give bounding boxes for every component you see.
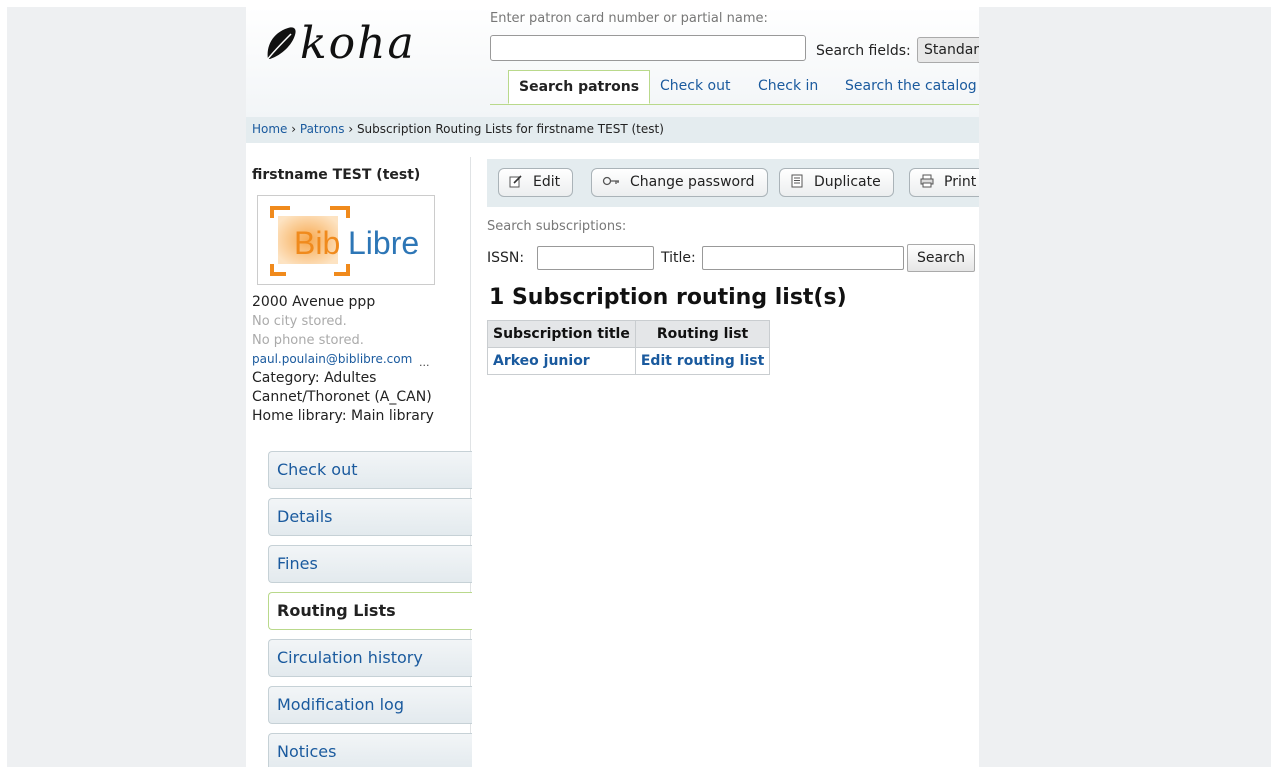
- breadcrumb-current: Subscription Routing Lists for firstname…: [356, 122, 664, 136]
- tab-check-out[interactable]: Check out: [660, 78, 730, 94]
- patron-home-library: Home library: Main library: [252, 408, 434, 424]
- koha-page: koha Enter patron card number or partial…: [246, 7, 979, 767]
- menu-details[interactable]: Details: [268, 498, 472, 536]
- more-ellipsis[interactable]: ...: [419, 356, 430, 369]
- menu-notices[interactable]: Notices: [268, 733, 472, 767]
- koha-logo-text: koha: [300, 17, 416, 69]
- patron-category: Category: Adultes: [252, 370, 377, 386]
- patron-search-label: Enter patron card number or partial name…: [490, 11, 768, 26]
- page-title: 1 Subscription routing list(s): [489, 285, 847, 310]
- koha-leaf-icon: [266, 27, 296, 61]
- svg-text:Libre: Libre: [348, 225, 419, 261]
- tabs-divider: [490, 104, 979, 105]
- change-password-button[interactable]: Change password: [591, 168, 768, 197]
- duplicate-label: Duplicate: [814, 174, 881, 190]
- subscription-search-button[interactable]: Search: [907, 244, 975, 272]
- patron-email-link[interactable]: paul.poulain@biblibre.com: [252, 352, 412, 366]
- duplicate-button[interactable]: Duplicate: [779, 168, 894, 197]
- edit-label: Edit: [533, 174, 561, 190]
- patron-photo: Bib Libre: [257, 195, 435, 285]
- edit-button[interactable]: Edit: [498, 168, 574, 197]
- header: koha Enter patron card number or partial…: [246, 7, 979, 117]
- patron-category-detail: Cannet/Thoronet (A_CAN): [252, 389, 432, 405]
- search-fields-select[interactable]: Standar: [917, 37, 979, 63]
- edit-routing-list-link[interactable]: Edit routing list: [634, 347, 771, 375]
- breadcrumb-separator: ›: [344, 122, 357, 136]
- title-input[interactable]: [702, 246, 904, 270]
- patron-toolbar: Edit Change password Duplicate Print: [487, 159, 979, 207]
- issn-label: ISSN:: [487, 250, 525, 266]
- column-header-routing-list: Routing list: [634, 320, 771, 348]
- breadcrumb-separator: ›: [287, 122, 300, 136]
- breadcrumb-patrons[interactable]: Patrons: [300, 122, 345, 136]
- change-password-label: Change password: [630, 174, 755, 190]
- patron-search-input[interactable]: [490, 35, 806, 61]
- key-icon: [602, 176, 619, 186]
- edit-icon: [509, 175, 522, 188]
- subscription-title-link[interactable]: Arkeo junior: [487, 347, 636, 375]
- tab-search-patrons[interactable]: Search patrons: [508, 70, 651, 104]
- table-header-row: Subscription title Routing list: [487, 320, 771, 348]
- issn-input[interactable]: [537, 246, 654, 270]
- table-row: Arkeo junior Edit routing list: [487, 347, 771, 375]
- tab-check-in[interactable]: Check in: [758, 78, 818, 94]
- menu-routing-lists[interactable]: Routing Lists: [268, 592, 472, 630]
- search-fields-label: Search fields:: [816, 43, 911, 59]
- koha-logo[interactable]: koha: [264, 13, 416, 73]
- print-button[interactable]: Print: [909, 168, 979, 197]
- print-label: Print: [944, 174, 977, 190]
- duplicate-icon: [791, 174, 803, 188]
- routing-list-table: Subscription title Routing list Arkeo ju…: [487, 320, 771, 375]
- menu-circulation-history[interactable]: Circulation history: [268, 639, 472, 677]
- header-tabs: Search patrons Check out Check in Search…: [490, 70, 979, 105]
- patron-name: firstname TEST (test): [252, 167, 421, 183]
- breadcrumb-home[interactable]: Home: [252, 122, 287, 136]
- menu-fines[interactable]: Fines: [268, 545, 472, 583]
- printer-icon: [920, 174, 934, 188]
- search-subscriptions-label: Search subscriptions:: [487, 219, 627, 234]
- patron-address: 2000 Avenue ppp: [252, 294, 376, 310]
- patron-city: No city stored.: [252, 314, 347, 329]
- biblibre-logo-image: Bib Libre: [270, 206, 419, 276]
- menu-modification-log[interactable]: Modification log: [268, 686, 472, 724]
- breadcrumb: Home › Patrons › Subscription Routing Li…: [246, 117, 979, 143]
- menu-check-out[interactable]: Check out: [268, 451, 472, 489]
- svg-text:Bib: Bib: [294, 225, 340, 261]
- tab-search-catalog[interactable]: Search the catalog: [845, 78, 977, 94]
- title-label: Title:: [661, 250, 696, 266]
- column-header-subscription-title: Subscription title: [487, 320, 636, 348]
- patron-phone: No phone stored.: [252, 333, 364, 348]
